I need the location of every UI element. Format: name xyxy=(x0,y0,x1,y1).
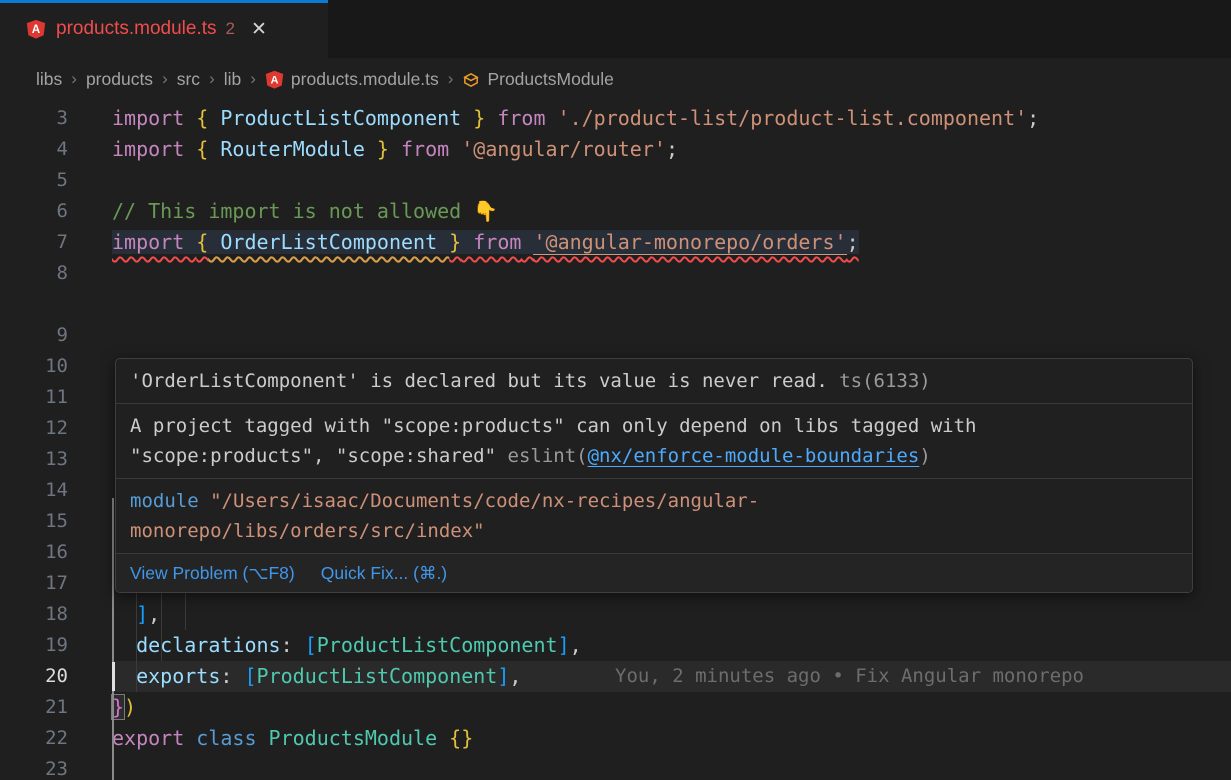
svg-text:A: A xyxy=(270,75,278,87)
line-number: 16 xyxy=(0,537,112,568)
code-text: }) xyxy=(112,692,136,723)
svg-text:A: A xyxy=(32,23,41,36)
quick-fix-button[interactable]: Quick Fix... (⌘.) xyxy=(321,560,447,586)
eslint-rule-link[interactable]: @nx/enforce-module-boundaries xyxy=(588,445,920,467)
breadcrumb-item-libs[interactable]: libs xyxy=(36,69,62,90)
code-text: import { OrderListComponent } from '@ang… xyxy=(112,227,859,258)
line-number: 18 xyxy=(0,599,112,630)
breadcrumb-label: src xyxy=(177,69,200,90)
breadcrumb-item-src[interactable]: src xyxy=(177,69,200,90)
line-number: 20 xyxy=(0,661,112,692)
line-number: 13 xyxy=(0,444,112,475)
breadcrumb-item-productsmodule[interactable]: ProductsModule xyxy=(462,69,613,90)
code-line-9[interactable]: 9 xyxy=(0,320,1231,351)
active-indent-guide xyxy=(112,498,114,780)
line-number: 9 xyxy=(0,320,112,351)
ts-error-code: ts(6133) xyxy=(839,370,931,392)
line-number: 4 xyxy=(0,134,112,165)
text-cursor xyxy=(112,662,115,691)
code-line-23[interactable]: 23 xyxy=(0,754,1231,780)
eslint-error-message: A project tagged with "scope:products" c… xyxy=(116,404,1192,479)
code-line-22[interactable]: 22export class ProductsModule {} xyxy=(0,723,1231,754)
line-number: 22 xyxy=(0,723,112,754)
line-number: 5 xyxy=(0,165,112,196)
breadcrumb-separator: › xyxy=(162,69,168,89)
error-hover-popup: 'OrderListComponent' is declared but its… xyxy=(115,358,1193,593)
code-line-20[interactable]: 20 exports: [ProductListComponent], You, … xyxy=(0,661,1231,692)
class-icon xyxy=(462,69,480,90)
tab-products-module[interactable]: A products.module.ts 2 ✕ xyxy=(0,0,328,58)
line-number: 19 xyxy=(0,630,112,661)
breadcrumb-item-lib[interactable]: lib xyxy=(224,69,242,90)
line-number: 23 xyxy=(0,754,112,780)
line-number: 10 xyxy=(0,351,112,382)
line-number: 11 xyxy=(0,382,112,413)
code-line-19[interactable]: 19 declarations: [ProductListComponent], xyxy=(0,630,1231,661)
code-line-7[interactable]: 7import { OrderListComponent } from '@an… xyxy=(0,227,1231,258)
line-number: 15 xyxy=(0,506,112,537)
breadcrumb-item-products[interactable]: products xyxy=(86,69,153,90)
breadcrumb-separator: › xyxy=(209,69,215,89)
line-number: 6 xyxy=(0,196,112,227)
code-line-4[interactable]: 4import { RouterModule } from '@angular/… xyxy=(0,134,1231,165)
line-number: 8 xyxy=(0,258,112,320)
editor: 3import { ProductListComponent } from '.… xyxy=(0,100,1231,780)
line-number: 7 xyxy=(0,227,112,258)
vscode-window: A products.module.ts 2 ✕ libs › products › s… xyxy=(0,0,1231,780)
code-text: import { ProductListComponent } from './… xyxy=(112,103,1039,134)
view-problem-button[interactable]: View Problem (⌥F8) xyxy=(130,560,295,586)
breadcrumb-label: lib xyxy=(224,69,242,90)
active-tab-indicator xyxy=(0,0,328,3)
breadcrumb-label: products.module.ts xyxy=(291,69,439,90)
breadcrumb-separator: › xyxy=(250,69,256,89)
close-icon[interactable]: ✕ xyxy=(251,18,267,41)
line-number: 21 xyxy=(0,692,112,723)
code-text: // This import is not allowed 👇 xyxy=(112,196,498,227)
code-line-3[interactable]: 3import { ProductListComponent } from '.… xyxy=(0,103,1231,134)
tab-problem-count: 2 xyxy=(226,19,235,39)
breadcrumb-label: ProductsModule xyxy=(487,69,613,90)
tab-bar: A products.module.ts 2 ✕ xyxy=(0,0,1231,58)
breadcrumb-separator: › xyxy=(71,69,77,89)
ts-error-message: 'OrderListComponent' is declared but its… xyxy=(116,359,1192,404)
line-number: 14 xyxy=(0,475,112,506)
hover-actions: View Problem (⌥F8) Quick Fix... (⌘.) xyxy=(116,554,1192,592)
module-path-info: module "/Users/isaac/Documents/code/nx-r… xyxy=(116,479,1192,554)
code-line-21[interactable]: 21}) xyxy=(0,692,1231,723)
code-line-5[interactable]: 5 xyxy=(0,165,1231,196)
breadcrumb: libs › products › src › lib › Aproducts.module.t… xyxy=(0,58,1231,100)
line-number: 17 xyxy=(0,568,112,599)
breadcrumb-separator: › xyxy=(448,69,454,89)
code-text: export class ProductsModule {} xyxy=(112,723,473,754)
breadcrumb-label: products xyxy=(86,69,153,90)
code-text: import { RouterModule } from '@angular/r… xyxy=(112,134,678,165)
line-number: 12 xyxy=(0,413,112,444)
line-number: 3 xyxy=(0,103,112,134)
angular-icon: A xyxy=(265,69,284,90)
angular-file-icon: A xyxy=(26,19,46,39)
code-text: exports: [ProductListComponent], xyxy=(112,661,521,692)
git-blame-annotation: You, 2 minutes ago • Fix Angular monorep… xyxy=(615,661,1084,692)
breadcrumb-item-products.module.ts[interactable]: Aproducts.module.ts xyxy=(265,69,439,90)
tab-title: products.module.ts xyxy=(56,18,217,40)
code-line-6[interactable]: 6// This import is not allowed 👇 xyxy=(0,196,1231,227)
code-text: declarations: [ProductListComponent], xyxy=(112,630,582,661)
code-line-8[interactable]: 8 xyxy=(0,258,1231,320)
breadcrumb-label: libs xyxy=(36,69,62,90)
